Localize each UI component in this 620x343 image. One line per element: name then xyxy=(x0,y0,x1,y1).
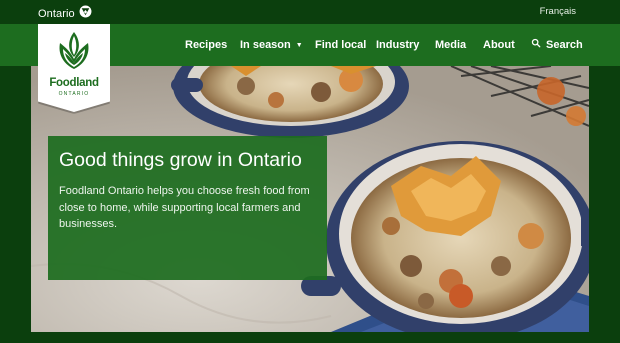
search-label: Search xyxy=(546,39,583,51)
hero-title: Good things grow in Ontario xyxy=(59,149,302,171)
logo-wordmark: Foodland xyxy=(49,77,99,89)
right-margin xyxy=(589,66,620,343)
left-margin xyxy=(0,66,31,343)
hero-promo-card: Good things grow in Ontario Foodland Ont… xyxy=(48,136,327,280)
logo-subtitle: ONTARIO xyxy=(58,91,90,97)
chevron-down-icon: ▼ xyxy=(295,42,303,49)
foodland-logo[interactable]: Foodland ONTARIO xyxy=(38,24,110,112)
ontario-label: Ontario xyxy=(38,8,75,20)
nav-item-about[interactable]: About xyxy=(483,24,515,66)
bottom-strip xyxy=(0,332,620,343)
nav-item-in-season[interactable]: In season ▼ xyxy=(240,24,303,66)
search-button[interactable]: Search xyxy=(531,24,583,66)
search-icon xyxy=(531,24,541,66)
ontario-trillium-icon xyxy=(79,5,92,23)
hero-description: Foodland Ontario helps you choose fresh … xyxy=(59,185,310,230)
nav-item-in-season-label: In season xyxy=(240,39,291,51)
language-toggle-link[interactable]: Français xyxy=(540,6,576,17)
ontario-link[interactable]: Ontario xyxy=(38,5,92,23)
nav-item-recipes[interactable]: Recipes xyxy=(185,24,227,66)
government-bar: Ontario Français xyxy=(0,0,620,24)
nav-item-media[interactable]: Media xyxy=(435,24,466,66)
nav-item-find-local[interactable]: Find local xyxy=(315,24,366,66)
nav-item-industry[interactable]: Industry xyxy=(376,24,419,66)
foodland-leaf-icon xyxy=(56,29,92,80)
